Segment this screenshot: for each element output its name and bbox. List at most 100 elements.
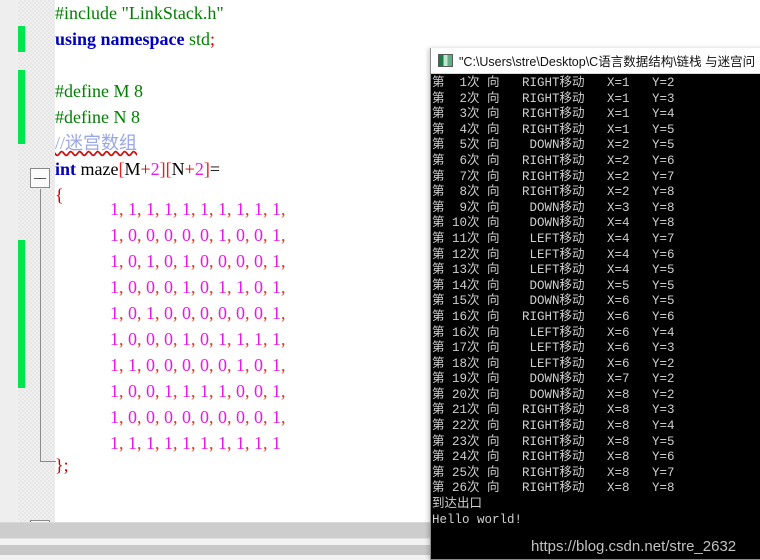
maze-separator: , bbox=[173, 277, 182, 297]
maze-cell-value: 0 bbox=[182, 303, 191, 323]
maze-separator: , bbox=[245, 433, 254, 453]
maze-row: 1, 0, 0, 0, 1, 0, 1, 1, 0, 1, bbox=[110, 274, 290, 300]
maze-separator: , bbox=[173, 329, 182, 349]
maze-cell-value: 1 bbox=[236, 433, 245, 453]
maze-cell-value: 1 bbox=[218, 433, 227, 453]
maze-separator: , bbox=[173, 433, 182, 453]
maze-separator: , bbox=[245, 407, 254, 427]
maze-cell-value: 1 bbox=[200, 381, 209, 401]
maze-separator: , bbox=[263, 355, 272, 375]
maze-separator: , bbox=[281, 355, 290, 375]
maze-separator: , bbox=[119, 199, 128, 219]
maze-separator: , bbox=[137, 277, 146, 297]
maze-cell-value: 1 bbox=[254, 199, 263, 219]
maze-separator: , bbox=[119, 303, 128, 323]
maze-cell-value: 0 bbox=[128, 303, 137, 323]
maze-separator: , bbox=[263, 329, 272, 349]
maze-row: 1, 1, 1, 1, 1, 1, 1, 1, 1, 1, bbox=[110, 196, 290, 222]
maze-cell-value: 1 bbox=[272, 381, 281, 401]
maze-separator: , bbox=[191, 381, 200, 401]
maze-cell-value: 0 bbox=[254, 381, 263, 401]
console-output-line: 第 12次 向 LEFT移动 X=4 Y=6 bbox=[432, 247, 675, 262]
maze-cell-value: 1 bbox=[236, 277, 245, 297]
maze-array-literal[interactable]: 1, 1, 1, 1, 1, 1, 1, 1, 1, 1, 1, 0, 0, 0… bbox=[110, 196, 290, 456]
console-window[interactable]: "C:\Users\stre\Desktop\C语言数据结构\链栈 与迷宫问 第… bbox=[430, 48, 760, 560]
maze-separator: , bbox=[245, 355, 254, 375]
code-line: #define M 8 bbox=[55, 78, 440, 104]
console-output-line: 第 11次 向 LEFT移动 X=4 Y=7 bbox=[432, 231, 675, 246]
maze-cell-value: 0 bbox=[128, 407, 137, 427]
maze-separator: , bbox=[173, 251, 182, 271]
maze-separator: , bbox=[119, 329, 128, 349]
code-token: + bbox=[184, 159, 195, 179]
maze-cell-value: 1 bbox=[146, 251, 155, 271]
maze-row: 1, 0, 0, 0, 0, 0, 0, 0, 0, 1, bbox=[110, 404, 290, 430]
maze-cell-value: 1 bbox=[272, 355, 281, 375]
maze-cell-value: 0 bbox=[218, 407, 227, 427]
maze-row: 1, 1, 0, 0, 0, 0, 0, 1, 0, 1, bbox=[110, 352, 290, 378]
console-title-text: "C:\Users\stre\Desktop\C语言数据结构\链栈 与迷宫问 bbox=[459, 55, 756, 69]
maze-cell-value: 0 bbox=[236, 303, 245, 323]
console-output-area[interactable]: 第 1次 向 RIGHT移动 X=1 Y=2 第 2次 向 RIGHT移动 X=1… bbox=[431, 74, 760, 559]
maze-separator: , bbox=[209, 407, 218, 427]
code-token: M bbox=[124, 159, 141, 179]
maze-separator: , bbox=[281, 251, 290, 271]
console-output-line: 第 7次 向 RIGHT移动 X=2 Y=7 bbox=[432, 169, 675, 184]
maze-separator: , bbox=[155, 433, 164, 453]
maze-cell-value: 1 bbox=[146, 303, 155, 323]
code-token: 2 bbox=[194, 159, 204, 179]
maze-separator: , bbox=[119, 433, 128, 453]
maze-cell-value: 0 bbox=[200, 407, 209, 427]
maze-cell-value: 1 bbox=[182, 329, 191, 349]
maze-row: 1, 0, 0, 1, 1, 1, 1, 0, 0, 1, bbox=[110, 378, 290, 404]
maze-cell-value: 0 bbox=[128, 381, 137, 401]
code-token: }; bbox=[55, 455, 69, 475]
change-bar bbox=[18, 240, 25, 388]
maze-cell-value: 0 bbox=[182, 225, 191, 245]
maze-separator: , bbox=[191, 355, 200, 375]
maze-cell-value: 0 bbox=[200, 355, 209, 375]
maze-cell-value: 0 bbox=[200, 251, 209, 271]
console-output-line: 第 25次 向 RIGHT移动 X=8 Y=7 bbox=[432, 465, 675, 480]
maze-cell-value: 0 bbox=[164, 329, 173, 349]
maze-separator: , bbox=[137, 407, 146, 427]
maze-cell-value: 1 bbox=[110, 199, 119, 219]
maze-separator: , bbox=[245, 329, 254, 349]
editor-horizontal-scrollbar[interactable] bbox=[0, 522, 440, 538]
code-fold-toggle[interactable] bbox=[30, 168, 50, 188]
maze-cell-value: 1 bbox=[128, 355, 137, 375]
maze-cell-value: 0 bbox=[200, 277, 209, 297]
maze-separator: , bbox=[209, 303, 218, 323]
maze-cell-value: 1 bbox=[272, 199, 281, 219]
fold-guide-end bbox=[40, 461, 56, 462]
maze-cell-value: 0 bbox=[236, 225, 245, 245]
maze-cell-value: 1 bbox=[182, 251, 191, 271]
maze-cell-value: 1 bbox=[146, 199, 155, 219]
console-title-bar[interactable]: "C:\Users\stre\Desktop\C语言数据结构\链栈 与迷宫问 bbox=[431, 48, 760, 74]
console-output-line: 第 18次 向 LEFT移动 X=6 Y=2 bbox=[432, 356, 675, 371]
maze-separator: , bbox=[227, 355, 236, 375]
maze-cell-value: 0 bbox=[254, 303, 263, 323]
maze-cell-value: 0 bbox=[236, 251, 245, 271]
editor-status-bar-fill bbox=[0, 545, 440, 555]
maze-cell-value: 1 bbox=[146, 433, 155, 453]
code-token: = bbox=[209, 159, 220, 179]
maze-separator: , bbox=[155, 407, 164, 427]
maze-separator: , bbox=[119, 225, 128, 245]
code-token: 2 bbox=[150, 159, 160, 179]
maze-cell-value: 0 bbox=[218, 355, 227, 375]
maze-cell-value: 0 bbox=[254, 355, 263, 375]
console-output-line: 第 8次 向 RIGHT移动 X=2 Y=8 bbox=[432, 185, 675, 200]
code-line: using namespace std; bbox=[55, 26, 440, 52]
maze-cell-value: 0 bbox=[236, 381, 245, 401]
maze-cell-value: 1 bbox=[200, 433, 209, 453]
maze-separator: , bbox=[245, 225, 254, 245]
maze-cell-value: 0 bbox=[146, 407, 155, 427]
maze-separator: , bbox=[245, 303, 254, 323]
maze-separator: , bbox=[191, 407, 200, 427]
maze-separator: , bbox=[227, 199, 236, 219]
code-line-closing-brace: }; bbox=[55, 452, 69, 478]
maze-row: 1, 0, 0, 0, 0, 0, 1, 0, 0, 1, bbox=[110, 222, 290, 248]
maze-separator: , bbox=[281, 199, 290, 219]
